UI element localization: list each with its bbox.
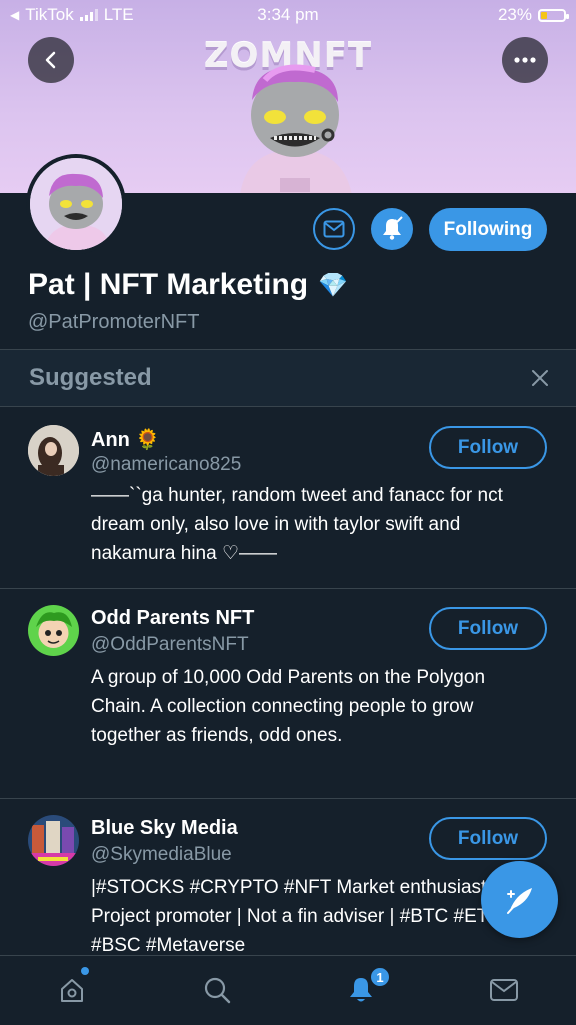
suggestion-name: Blue Sky Media [91,817,238,839]
notifications-toggle-button[interactable] [371,208,413,250]
home-icon [61,979,83,1002]
suggestion-item[interactable]: Ann 🌻 @namericano825 ——``ga hunter, rand… [0,407,576,588]
suggestion-item[interactable]: Odd Parents NFT @OddParentsNFT A group o… [0,589,576,798]
close-icon[interactable] [530,368,550,388]
compose-feather-icon [506,887,532,914]
chevron-left-icon [45,51,56,69]
odd-parents-avatar[interactable] [28,605,79,656]
home-new-dot [81,967,89,975]
follow-button[interactable]: Follow [429,817,547,860]
profile-avatar[interactable] [26,154,126,254]
envelope-icon [490,979,518,1001]
tab-home[interactable] [52,970,92,1010]
status-bar: ◀ TikTok LTE 3:34 pm 23% [0,0,576,30]
bottom-tab-bar [0,955,576,1025]
suggestion-handle: @OddParentsNFT [91,634,249,655]
compose-tweet-button[interactable] [481,861,558,938]
status-time: 3:34 pm [257,5,319,24]
notification-badge: 1 [369,966,391,988]
message-button[interactable] [313,208,355,250]
search-icon [204,977,231,1004]
blue-sky-media-avatar[interactable] [28,815,79,866]
back-button[interactable] [28,37,74,83]
tab-messages[interactable] [484,970,524,1010]
suggestion-handle: @SkymediaBlue [91,844,232,865]
tab-search[interactable] [197,970,237,1010]
suggestion-bio: ——``ga hunter, random tweet and fanacc f… [91,485,503,564]
suggested-title: Suggested [29,364,152,391]
zombie-avatar-image [30,158,122,250]
following-button[interactable]: Following [429,208,547,251]
suggestion-bio: A group of 10,000 Odd Parents on the Pol… [91,667,486,746]
ann-avatar[interactable] [28,425,79,476]
follow-button[interactable]: Follow [429,426,547,469]
profile-name: Pat | NFT Marketing [28,268,309,301]
envelope-icon [323,220,345,238]
suggestion-name: Odd Parents NFT [91,607,255,629]
suggestion-bio: |#STOCKS #CRYPTO #NFT Market enthusiast … [91,877,503,955]
more-options-button[interactable] [502,37,548,83]
bell-check-icon [383,216,403,240]
zombie-character-image [240,64,352,193]
battery-icon [538,8,569,22]
diamond-emoji: 💎 [318,271,348,299]
profile-handle: @PatPromoterNFT [28,311,200,333]
suggestion-name: Ann 🌻 [91,429,161,451]
suggestion-handle: @namericano825 [91,454,242,475]
status-bar-right: 23% [497,5,569,25]
more-dots-icon [514,57,536,63]
profile-name-row: Pat | NFT Marketing 💎 [28,268,348,302]
follow-button[interactable]: Follow [429,607,547,650]
suggested-header: Suggested [0,350,576,407]
avatar-image [30,158,122,250]
battery-percentage: 23% [497,5,532,24]
